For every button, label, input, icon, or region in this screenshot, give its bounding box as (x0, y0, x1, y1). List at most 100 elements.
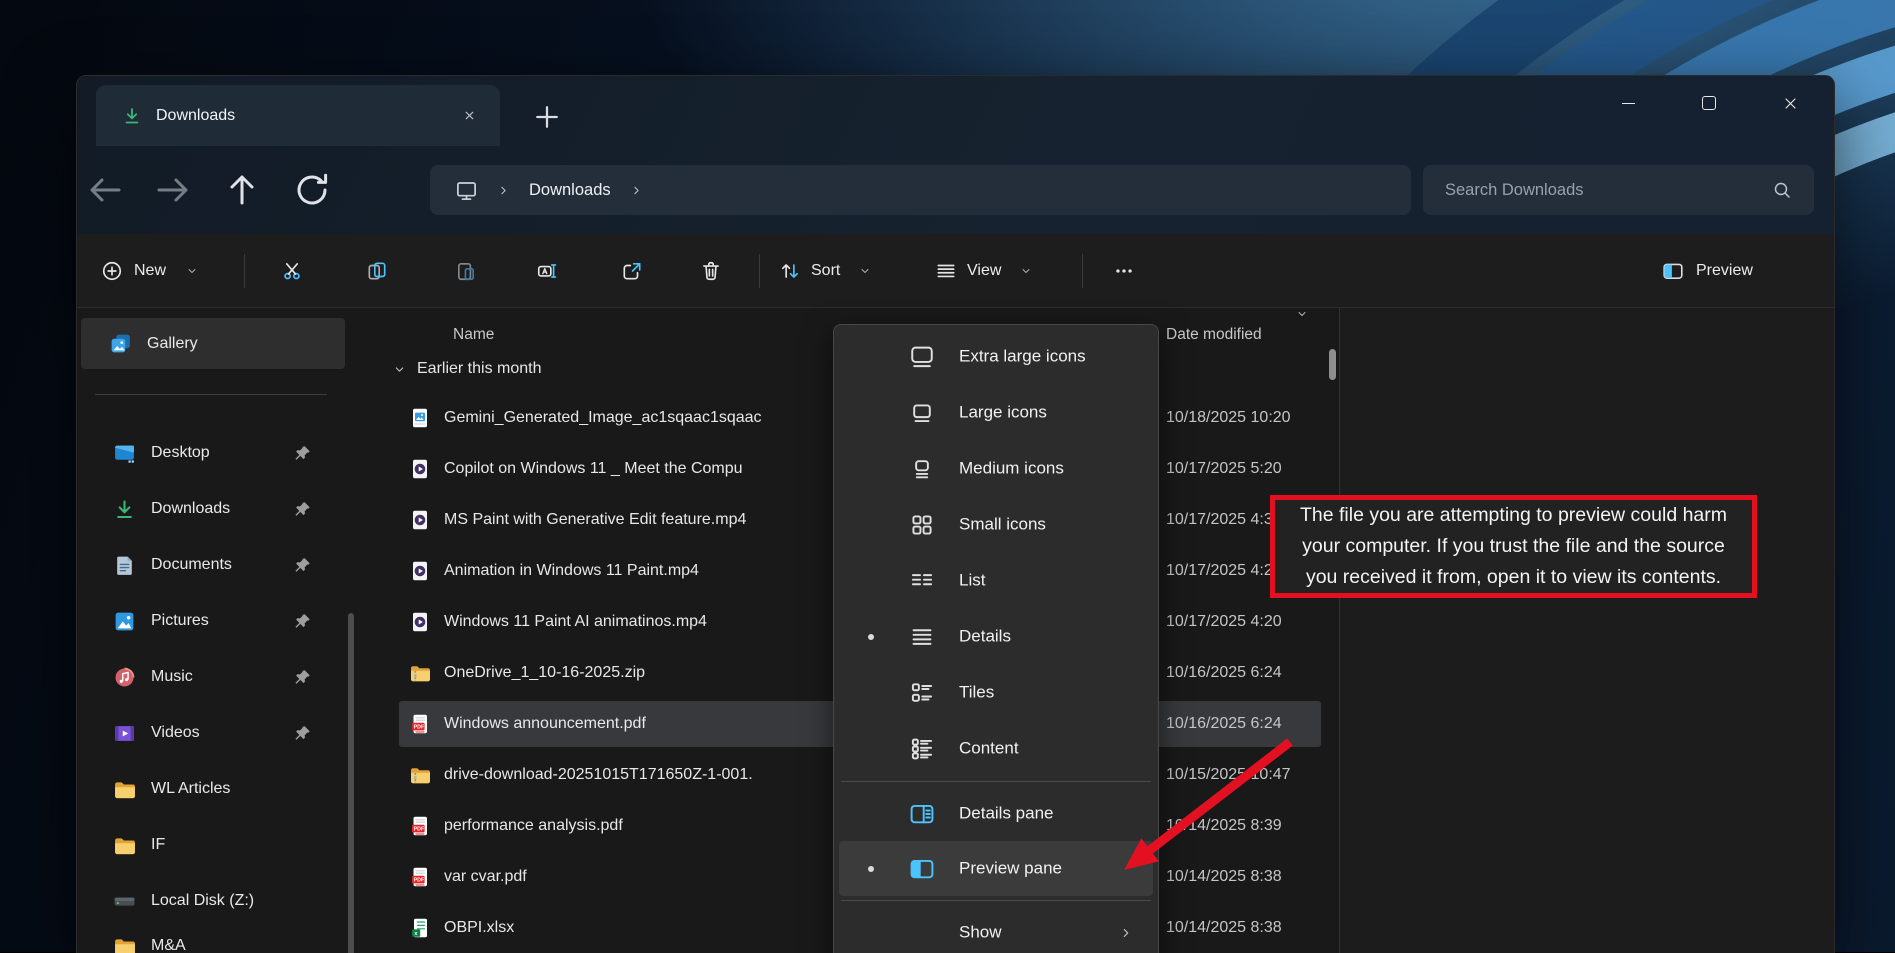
sidebar-item-documents[interactable]: Documents (85, 543, 337, 587)
share-button[interactable] (610, 234, 654, 307)
sort-button[interactable]: Sort (779, 234, 871, 307)
file-excel-icon: x (409, 917, 431, 939)
menu-item-tiles[interactable]: Tiles (839, 665, 1153, 721)
view-button[interactable]: View (935, 234, 1032, 307)
column-header-date-modified[interactable]: Date modified (1166, 326, 1262, 344)
file-image-icon (409, 407, 431, 429)
tiles-view-icon (909, 680, 935, 706)
sidebar-item-label: Music (151, 668, 193, 686)
menu-item-label: Small icons (959, 515, 1046, 535)
address-bar[interactable]: Downloads (430, 165, 1411, 215)
paste-button[interactable] (444, 234, 488, 307)
up-button[interactable] (222, 168, 262, 212)
tab-close-icon[interactable] (454, 101, 484, 131)
menu-item-details[interactable]: Details (839, 609, 1153, 665)
search-box[interactable]: Search Downloads (1423, 165, 1814, 215)
new-button[interactable]: New (101, 234, 198, 307)
preview-toggle-button[interactable]: Preview (1662, 234, 1753, 307)
details-pane-icon (909, 801, 935, 827)
copy-button[interactable] (355, 234, 399, 307)
pictures-icon (113, 610, 136, 633)
pin-icon (293, 444, 312, 463)
menu-item-medium-icons[interactable]: Medium icons (839, 441, 1153, 497)
sidebar-item-desktop[interactable]: Desktop (85, 431, 337, 475)
file-list-scrollbar[interactable] (1329, 349, 1336, 380)
explorer-tab-downloads[interactable]: Downloads (96, 85, 500, 146)
more-icon (1113, 260, 1135, 282)
menu-item-small-icons[interactable]: Small icons (839, 497, 1153, 553)
content-view-icon (909, 736, 935, 762)
menu-item-label: Details pane (959, 803, 1054, 823)
file-video-icon (409, 611, 431, 633)
sidebar-item-local-disk-z[interactable]: Local Disk (Z:) (85, 879, 337, 923)
sidebar-item-pictures[interactable]: Pictures (85, 599, 337, 643)
pin-icon (293, 500, 312, 519)
maximize-button[interactable] (1686, 84, 1732, 122)
sidebar-item-label: Local Disk (Z:) (151, 892, 254, 910)
menu-separator (841, 900, 1151, 901)
menu-item-content[interactable]: Content (839, 721, 1153, 777)
menu-item-list[interactable]: List (839, 553, 1153, 609)
sidebar-item-downloads[interactable]: Downloads (85, 487, 337, 531)
preview-pane-icon (909, 856, 935, 882)
menu-separator (841, 781, 1151, 782)
file-pdf-icon: PDF (409, 815, 431, 837)
folder-icon (113, 935, 136, 953)
forward-button[interactable] (153, 168, 193, 212)
back-button[interactable] (85, 168, 125, 212)
menu-item-label: List (959, 571, 985, 591)
this-pc-icon[interactable] (455, 179, 478, 202)
selected-bullet-icon (868, 634, 874, 640)
menu-item-large-icons[interactable]: Large icons (839, 385, 1153, 441)
group-label: Earlier this month (417, 360, 542, 378)
command-bar: New Sort View Preview (77, 234, 1834, 308)
sort-direction-icon[interactable] (1296, 308, 1308, 320)
file-pdf-icon: PDF (409, 866, 431, 888)
menu-item-show[interactable]: Show (839, 905, 1153, 953)
preview-pane (1339, 308, 1834, 953)
new-tab-button[interactable] (529, 102, 565, 132)
delete-button[interactable] (689, 234, 733, 307)
sidebar-item-m-a[interactable]: M&A (85, 924, 337, 953)
view-dropdown-menu: Extra large icons Large icons Medium icons… (833, 324, 1159, 953)
column-header-name[interactable]: Name (453, 326, 494, 344)
file-date-modified: 10/14/2025 8:38 (1166, 919, 1318, 937)
sidebar-item-gallery[interactable]: Gallery (81, 318, 345, 369)
file-video-icon (409, 560, 431, 582)
menu-item-label: Large icons (959, 403, 1047, 423)
medium-icons-icon (909, 456, 935, 482)
group-collapse-icon[interactable] (393, 363, 406, 376)
cut-button[interactable] (270, 234, 314, 307)
zip-folder-icon (409, 764, 431, 786)
minimize-button[interactable] (1605, 84, 1651, 122)
search-icon[interactable] (1772, 180, 1792, 200)
sidebar-item-wl-articles[interactable]: WL Articles (85, 767, 337, 811)
pin-icon (293, 612, 312, 631)
group-header[interactable]: Earlier this month (376, 360, 542, 378)
title-bar: Downloads Downloads Search Downloads (77, 76, 1834, 234)
sidebar-scrollbar[interactable] (348, 613, 354, 953)
refresh-button[interactable] (292, 168, 332, 212)
sort-label: Sort (811, 262, 840, 280)
see-more-button[interactable] (1102, 234, 1146, 307)
chevron-down-icon (1020, 265, 1032, 277)
preview-pane-icon (1662, 260, 1684, 282)
menu-item-preview-pane[interactable]: Preview pane (839, 841, 1153, 896)
menu-item-label: Medium icons (959, 459, 1064, 479)
close-button[interactable] (1767, 84, 1813, 122)
menu-item-extra-large-icons[interactable]: Extra large icons (839, 329, 1153, 385)
menu-item-label: Extra large icons (959, 347, 1086, 367)
menu-item-label: Details (959, 627, 1011, 647)
sidebar-item-music[interactable]: Music (85, 655, 337, 699)
sidebar-item-if[interactable]: IF (85, 823, 337, 867)
rename-button[interactable] (525, 234, 569, 307)
share-icon (621, 260, 643, 282)
sidebar-item-label: M&A (151, 937, 186, 953)
menu-item-details-pane[interactable]: Details pane (839, 786, 1153, 841)
sidebar-separator (95, 394, 327, 395)
file-video-icon (409, 509, 431, 531)
file-pdf-icon: PDF (409, 713, 431, 735)
downloads-icon (113, 498, 136, 521)
sidebar-item-videos[interactable]: Videos (85, 711, 337, 755)
breadcrumb-downloads[interactable]: Downloads (529, 181, 611, 200)
